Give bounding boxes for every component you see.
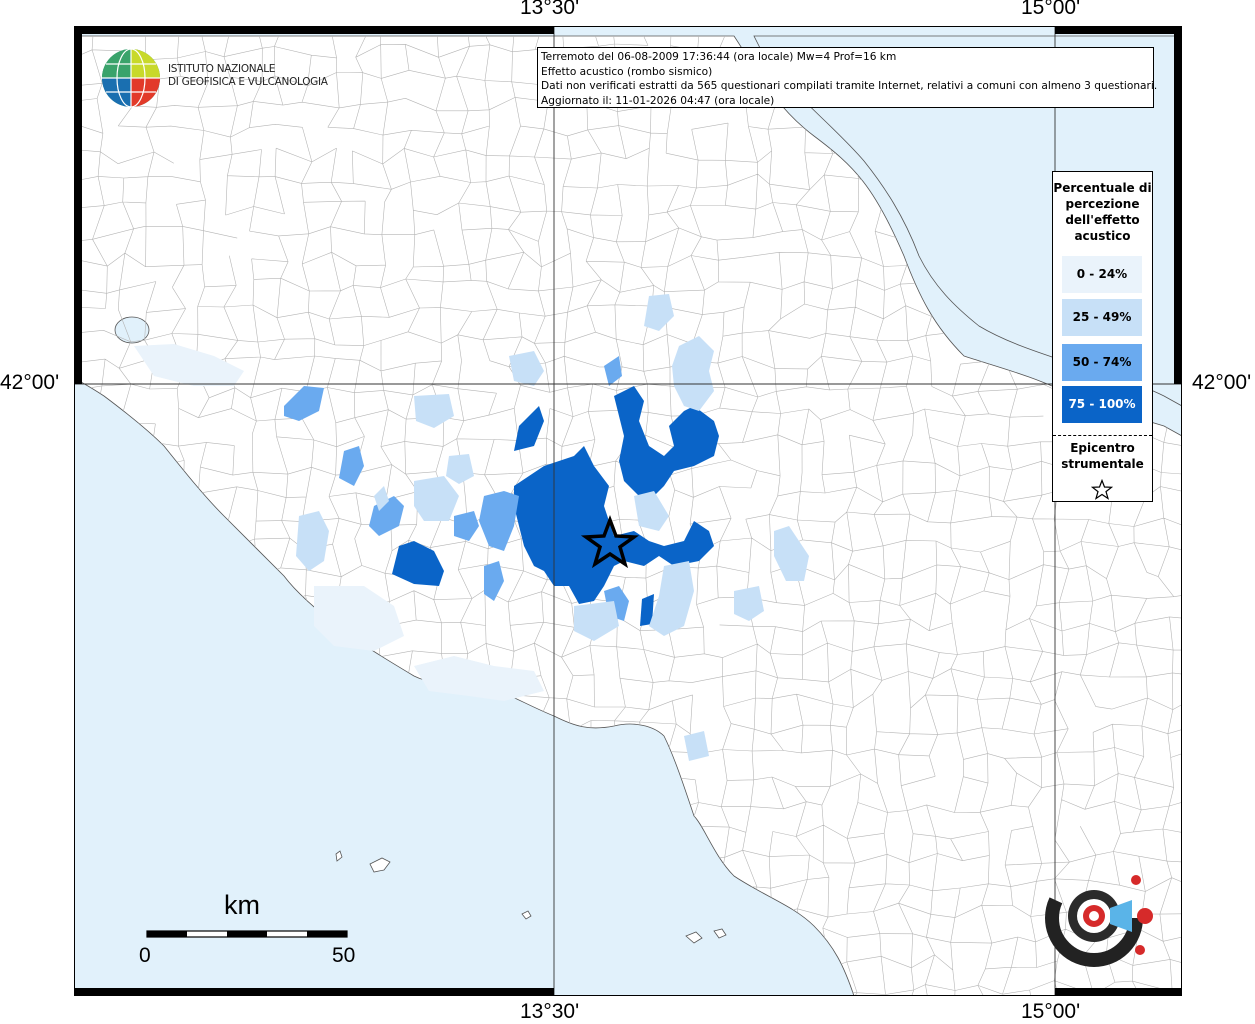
scale-bar-graphic — [146, 930, 348, 938]
legend-epicenter-label: Epicentro strumentale — [1061, 441, 1144, 471]
ingv-globe-icon — [102, 48, 160, 108]
ingv-logo-text: ISTITUTO NAZIONALE DI GEOFISICA E VULCAN… — [168, 63, 328, 89]
event-title: Terremoto del 06-08-2009 17:36:44 (ora l… — [541, 51, 897, 63]
lake — [114, 316, 150, 344]
coord-label-right: 42°00' — [1192, 371, 1252, 394]
legend-class-25-49: 25 - 49% — [1062, 299, 1142, 336]
coord-label-top-2: 15°00' — [1021, 0, 1081, 19]
ingv-logo-line-1: ISTITUTO NAZIONALE — [168, 63, 276, 75]
scale-bar: km 0 50 — [136, 890, 366, 970]
legend-class-50-74: 50 - 74% — [1062, 344, 1142, 381]
ingv-logo-line-2: DI GEOFISICA E VULCANOLOGIA — [168, 76, 328, 88]
coord-label-left: 42°00' — [0, 371, 60, 394]
event-info-box: Terremoto del 06-08-2009 17:36:44 (ora l… — [537, 47, 1158, 108]
haisentito-logo-icon[interactable] — [1032, 862, 1157, 977]
legend-class-0-24: 0 - 24% — [1062, 256, 1142, 293]
data-note: Dati non verificati estratti da 565 ques… — [541, 80, 1158, 92]
effect-type: Effetto acustico (rombo sismico) — [541, 65, 713, 78]
legend-separator — [1053, 435, 1152, 436]
coord-label-bottom-1: 13°30' — [520, 1000, 580, 1023]
legend-title: Percentuale di percezione dell'effetto a… — [1053, 181, 1152, 243]
scale-unit: km — [224, 890, 260, 920]
legend-star-icon — [1091, 479, 1113, 500]
legend: Percentuale di percezione dell'effetto a… — [1052, 171, 1153, 502]
map-frame — [74, 26, 1182, 996]
scale-min-label: 0 — [139, 944, 151, 967]
map-canvas[interactable] — [74, 26, 1182, 996]
update-time: Aggiornato il: 11-01-2026 04:47 (ora loc… — [541, 94, 775, 107]
coord-label-top-1: 13°30' — [520, 0, 580, 19]
coord-label-bottom-2: 15°00' — [1021, 1000, 1081, 1023]
scale-max-label: 50 — [332, 944, 356, 967]
legend-class-75-100: 75 - 100% — [1062, 386, 1142, 423]
